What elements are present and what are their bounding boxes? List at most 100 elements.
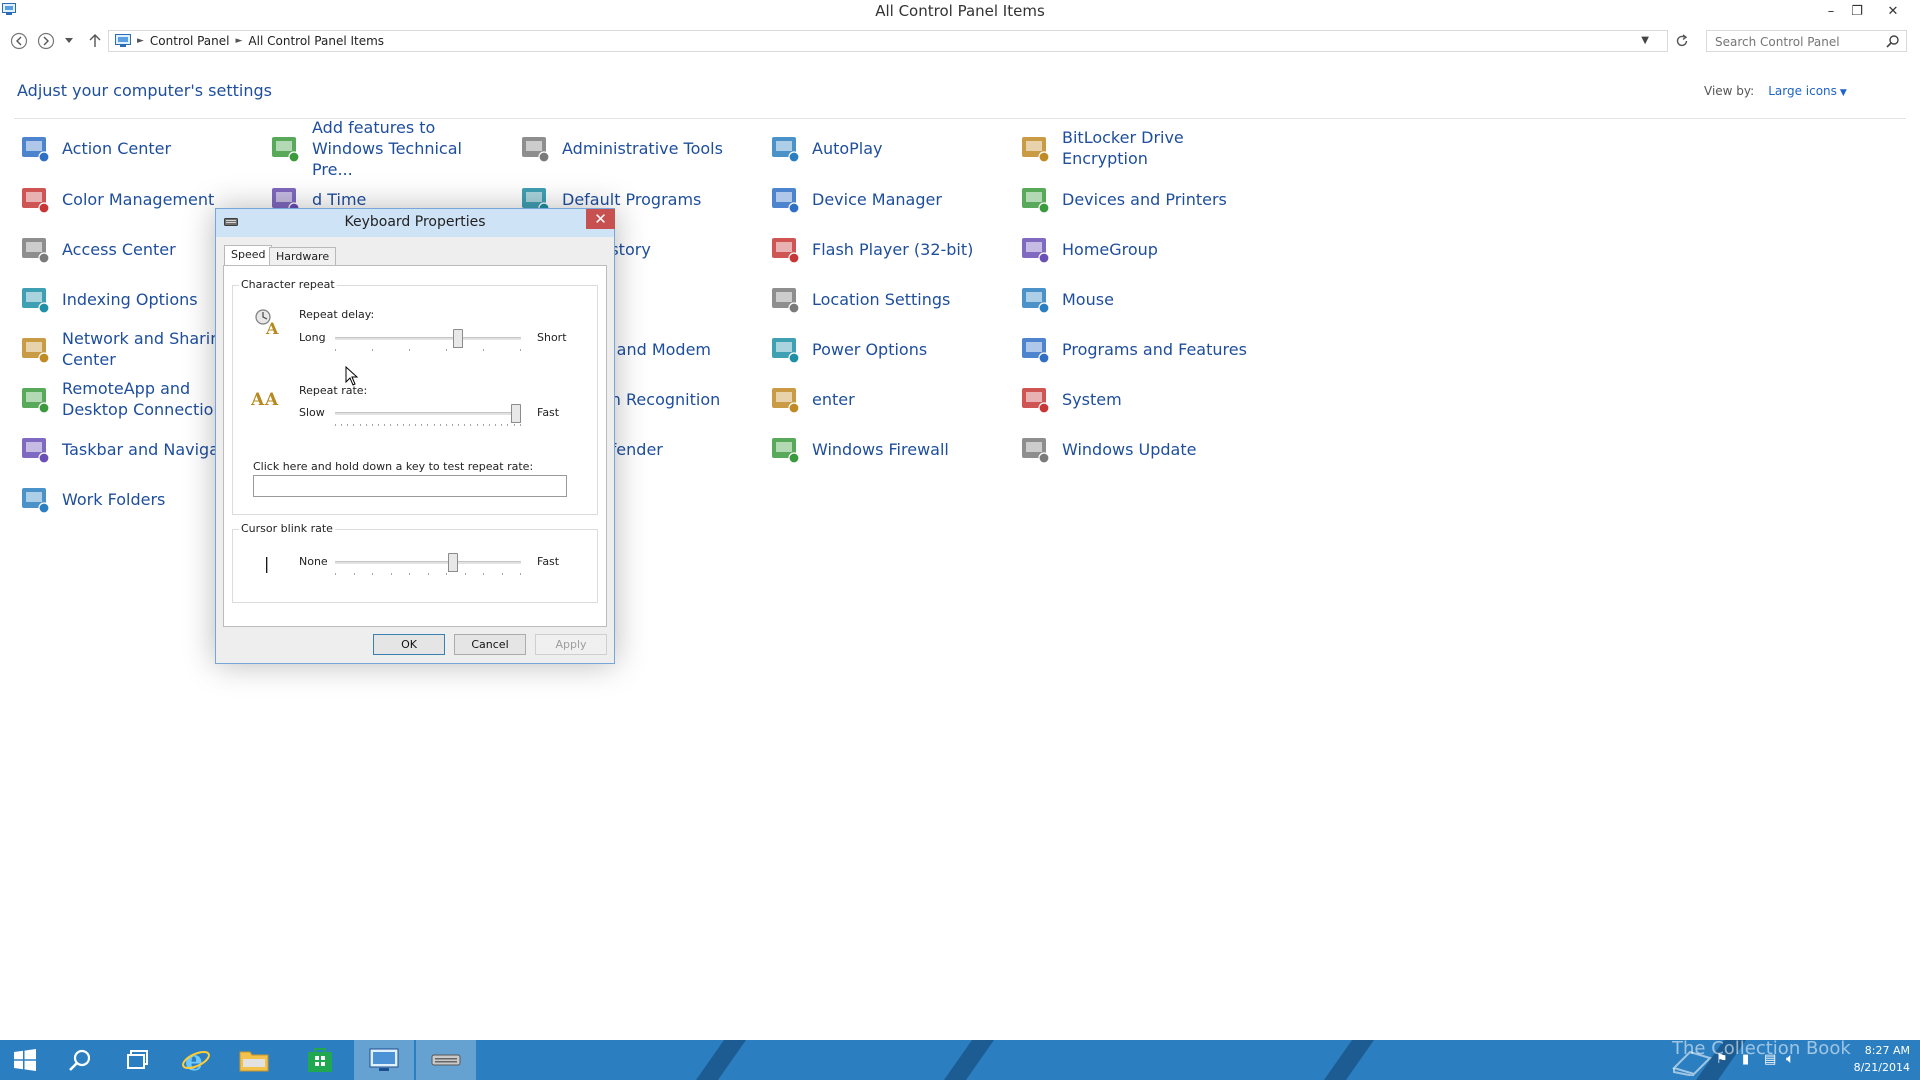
svg-text:A: A: [251, 390, 265, 410]
task-view-button[interactable]: [110, 1040, 166, 1080]
slider-tick: [476, 424, 478, 426]
cursor-preview: |: [264, 554, 270, 573]
cp-item-power-options[interactable]: Power Options: [768, 328, 1016, 370]
cp-item-label: Location Settings: [812, 289, 951, 309]
dialog-close-button[interactable]: ✕: [586, 209, 615, 229]
cp-item-label: Work Folders: [62, 489, 166, 509]
cp-item-label: BitLocker Drive Encryption: [1062, 128, 1184, 168]
flag-icon: [22, 137, 50, 163]
repeat-delay-slider[interactable]: [335, 329, 521, 351]
cp-item-sync-center[interactable]: enter: [768, 378, 1016, 420]
slider-thumb[interactable]: [511, 404, 521, 423]
address-dropdown-icon[interactable]: ▼: [1641, 35, 1649, 46]
cp-item-windows-update[interactable]: Windows Update: [1018, 428, 1266, 470]
slider-tick: [451, 424, 453, 426]
restore-icon: ❐: [1851, 3, 1863, 19]
cp-item-homegroup[interactable]: HomeGroup: [1018, 228, 1266, 270]
cp-item-autoplay[interactable]: AutoPlay: [768, 127, 1016, 169]
slider-tick: [409, 349, 410, 351]
slider-tick: [433, 424, 435, 426]
back-button[interactable]: [8, 30, 30, 52]
repeat-rate-max-label: Fast: [537, 406, 560, 419]
tab-speed[interactable]: Speed: [224, 245, 273, 265]
recent-locations-button[interactable]: [62, 30, 76, 52]
cp-item-flag[interactable]: Action Center: [18, 127, 266, 169]
keyboard-icon: [431, 1054, 461, 1066]
refresh-button[interactable]: [1670, 30, 1694, 52]
slider-tick: [390, 424, 392, 426]
mouse-icon: [1022, 288, 1050, 314]
forward-button[interactable]: [35, 30, 57, 52]
address-field[interactable]: ► Control Panel ► All Control Panel Item…: [108, 30, 1668, 52]
internet-explorer-icon: e: [182, 1045, 210, 1075]
work-folders-icon: [22, 488, 50, 514]
cancel-button[interactable]: Cancel: [454, 634, 526, 655]
slider-tick: [446, 573, 447, 575]
cp-item-programs-features[interactable]: Programs and Features: [1018, 328, 1266, 370]
printer-icon: [1022, 188, 1050, 214]
cp-item-admin-tools[interactable]: Administrative Tools: [518, 127, 766, 169]
repeat-rate-icon: A A: [251, 390, 279, 410]
view-by-value: Large icons: [1768, 84, 1837, 98]
cp-item-bitlocker[interactable]: BitLocker Drive Encryption: [1018, 127, 1266, 169]
cp-item-label: HomeGroup: [1062, 239, 1158, 259]
slider-track: [335, 412, 521, 415]
minimize-button[interactable]: –: [1818, 0, 1844, 22]
cp-item-label: Windows Update: [1062, 439, 1197, 459]
view-by-dropdown[interactable]: Large icons ▼: [1768, 84, 1847, 98]
slider-thumb[interactable]: [448, 553, 458, 572]
breadcrumb-control-panel[interactable]: Control Panel: [150, 34, 230, 48]
clock-time[interactable]: 8:27 AM: [1850, 1044, 1910, 1057]
cp-item-device-manager[interactable]: Device Manager: [768, 178, 1016, 220]
page-title: Adjust your computer's settings: [17, 81, 272, 100]
tab-hardware[interactable]: Hardware: [269, 247, 337, 265]
store-icon: [308, 1048, 332, 1072]
restore-button[interactable]: ❐: [1844, 0, 1870, 22]
file-explorer-button[interactable]: [226, 1040, 282, 1080]
search-input[interactable]: [1707, 32, 1877, 52]
search-icon[interactable]: [1886, 34, 1900, 48]
svg-text:A: A: [265, 319, 279, 337]
window-title: All Control Panel Items: [875, 2, 1045, 20]
chevron-down-icon: ▼: [1839, 88, 1847, 98]
test-repeat-input[interactable]: [253, 475, 567, 497]
cp-item-printer[interactable]: Devices and Printers: [1018, 178, 1266, 220]
slider-tick: [372, 349, 373, 351]
cursor-blink-group: Cursor blink rate | None Fast: [232, 522, 598, 603]
apply-button[interactable]: Apply: [535, 634, 607, 655]
close-window-button[interactable]: ✕: [1880, 0, 1906, 22]
slider-tick: [446, 349, 447, 351]
control-panel-icon: [115, 34, 131, 47]
store-button[interactable]: [292, 1040, 348, 1080]
cp-item-location-settings[interactable]: Location Settings: [768, 278, 1016, 320]
ease-of-access-icon: [22, 238, 50, 264]
cp-item-add-features[interactable]: Add features to Windows Technical Pre...: [268, 118, 516, 179]
ok-button[interactable]: OK: [373, 634, 445, 655]
content-divider: [14, 118, 1906, 119]
internet-explorer-button[interactable]: e: [168, 1040, 224, 1080]
breadcrumb-all-items[interactable]: All Control Panel Items: [248, 34, 384, 48]
repeat-rate-slider[interactable]: [335, 404, 521, 426]
cp-item-firewall[interactable]: Windows Firewall: [768, 428, 1016, 470]
slider-thumb[interactable]: [453, 329, 463, 348]
cursor-blink-slider[interactable]: [335, 553, 521, 575]
cp-item-label: Indexing Options: [62, 289, 198, 309]
keyboard-properties-taskbar-button[interactable]: [416, 1040, 476, 1080]
control-panel-taskbar-button[interactable]: [354, 1040, 414, 1080]
slider-tick: [464, 573, 466, 575]
cp-item-system[interactable]: System: [1018, 378, 1266, 420]
speed-tab-page: Character repeat A Repeat delay: Long Sh…: [223, 265, 607, 627]
cp-item-label: System: [1062, 389, 1122, 409]
windows-logo-icon: [14, 1049, 36, 1071]
search-icon: [69, 1049, 91, 1071]
clock-date[interactable]: 8/21/2014: [1840, 1061, 1910, 1074]
cp-item-flash-player[interactable]: Flash Player (32-bit): [768, 228, 1016, 270]
indexing-options-icon: [22, 288, 50, 314]
cp-item-mouse[interactable]: Mouse: [1018, 278, 1266, 320]
search-taskbar-button[interactable]: [52, 1040, 108, 1080]
search-field[interactable]: [1706, 30, 1907, 52]
dialog-title-bar[interactable]: Keyboard Properties: [216, 209, 614, 237]
svg-text:A: A: [264, 390, 279, 410]
up-button[interactable]: [84, 30, 106, 52]
start-button[interactable]: [0, 1040, 50, 1080]
